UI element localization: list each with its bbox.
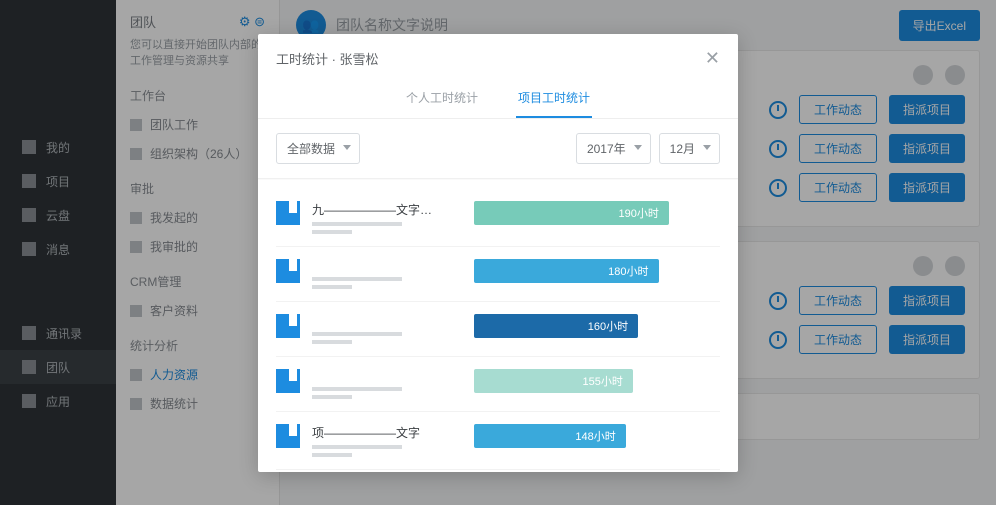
filter-data-select[interactable]: 全部数据 bbox=[276, 133, 360, 164]
project-row: 九——————文字… 190小时 bbox=[276, 189, 720, 247]
hours-value: 180小时 bbox=[474, 259, 659, 283]
project-row: 155小时 bbox=[276, 357, 720, 412]
hours-bar: 155小时 bbox=[474, 369, 720, 393]
project-icon bbox=[276, 369, 300, 393]
hours-value: 160小时 bbox=[474, 314, 638, 338]
project-row: 180小时 bbox=[276, 247, 720, 302]
filter-month-select[interactable]: 12月 bbox=[659, 133, 720, 164]
project-name bbox=[312, 369, 462, 383]
project-meta bbox=[312, 314, 462, 344]
hours-value: 148小时 bbox=[474, 424, 626, 448]
filter-year-select[interactable]: 2017年 bbox=[576, 133, 651, 164]
project-meta bbox=[312, 369, 462, 399]
project-name bbox=[312, 314, 462, 328]
project-icon bbox=[276, 424, 300, 448]
project-icon bbox=[276, 314, 300, 338]
hours-bar: 180小时 bbox=[474, 259, 720, 283]
project-meta: 九——————文字… bbox=[312, 201, 462, 234]
project-icon bbox=[276, 259, 300, 283]
modal-tabs: 个人工时统计 项目工时统计 bbox=[258, 83, 738, 119]
project-icon bbox=[276, 201, 300, 225]
project-meta: 项——————文字 bbox=[312, 424, 462, 457]
modal-title: 工时统计 · 张雪松 bbox=[276, 49, 379, 68]
project-row: 项——————文字 148小时 bbox=[276, 412, 720, 470]
tab-0[interactable]: 个人工时统计 bbox=[404, 83, 480, 118]
hours-value: 190小时 bbox=[474, 201, 669, 225]
hours-bar: 190小时 bbox=[474, 201, 720, 225]
project-name: 九——————文字… bbox=[312, 201, 462, 218]
hours-value: 155小时 bbox=[474, 369, 633, 393]
project-row: 160小时 bbox=[276, 302, 720, 357]
close-icon[interactable]: ✕ bbox=[705, 48, 720, 69]
hours-bar: 148小时 bbox=[474, 424, 720, 448]
project-hours-list: 九——————文字… 190小时 180小时 160小时 1 bbox=[258, 179, 738, 472]
hours-stat-modal: 工时统计 · 张雪松 ✕ 个人工时统计 项目工时统计 全部数据 2017年 12月… bbox=[258, 34, 738, 472]
hours-bar: 160小时 bbox=[474, 314, 720, 338]
project-name bbox=[312, 259, 462, 273]
project-name: 项——————文字 bbox=[312, 424, 462, 441]
project-meta bbox=[312, 259, 462, 289]
project-row: 九——————文字 130小时 bbox=[276, 470, 720, 472]
tab-1[interactable]: 项目工时统计 bbox=[516, 83, 592, 118]
